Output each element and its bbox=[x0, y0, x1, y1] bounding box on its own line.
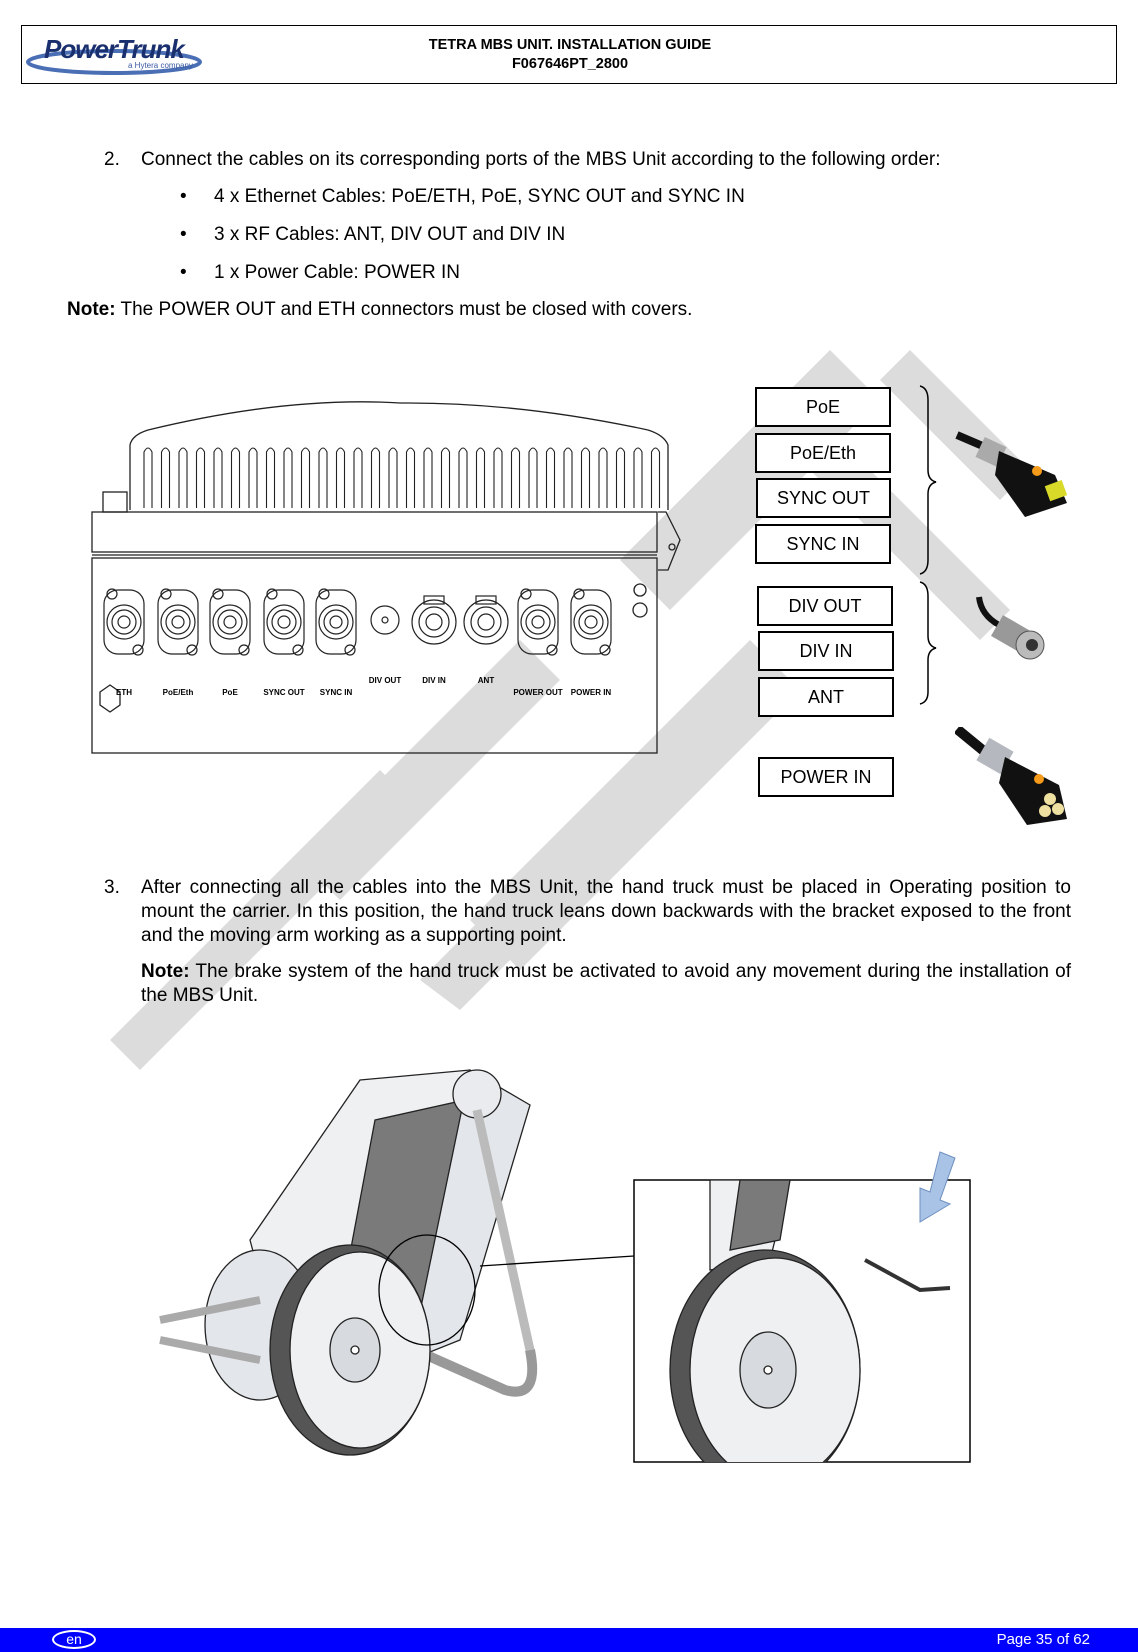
heatsink-fin bbox=[475, 447, 486, 508]
port-connector bbox=[517, 588, 559, 656]
heatsink-fin bbox=[213, 447, 223, 508]
guide-title: TETRA MBS UNIT. INSTALLATION GUIDE bbox=[428, 37, 712, 53]
label-div-out: DIV OUT bbox=[757, 586, 893, 626]
heatsink-fin bbox=[353, 447, 363, 508]
heatsink-fin bbox=[563, 447, 573, 508]
page-header: PowerTrunk a Hytera company TETRA MBS UN… bbox=[21, 25, 1117, 84]
note-label: Note: bbox=[141, 961, 190, 982]
heatsink-fin bbox=[528, 447, 538, 508]
bullet-icon: • bbox=[180, 262, 187, 283]
label-poe: PoE bbox=[755, 387, 891, 427]
hand-truck-figure bbox=[159, 1068, 971, 1463]
port-label: POWER IN bbox=[570, 688, 612, 697]
port-label: POWER OUT bbox=[513, 688, 563, 697]
label-poe-eth: PoE/Eth bbox=[755, 433, 891, 473]
heatsink-fin bbox=[493, 447, 503, 508]
label-div-in: DIV IN bbox=[758, 631, 894, 671]
language-badge: en bbox=[52, 1630, 96, 1649]
page-footer: en Page 35 of 62 bbox=[0, 1628, 1138, 1652]
heatsink-fin bbox=[195, 447, 206, 508]
step-2-text: Connect the cables on its corresponding … bbox=[141, 149, 941, 170]
heatsink-fin bbox=[423, 447, 433, 508]
port-connector bbox=[103, 588, 145, 656]
port-connector bbox=[463, 595, 509, 645]
heatsink-fin bbox=[230, 447, 241, 508]
port-label: SYNC IN bbox=[319, 688, 353, 697]
power-connector-image bbox=[955, 727, 1067, 825]
port-labels: ETH PoE/Eth PoE SYNC OUT SYNC IN DIV OUT DIV I… bbox=[88, 676, 698, 704]
heatsink-fin bbox=[143, 447, 153, 508]
step-2-number: 2. bbox=[104, 149, 120, 170]
step-3-note: Note: The brake system of the hand truck… bbox=[141, 960, 1071, 1008]
mbs-unit-drawing bbox=[91, 401, 681, 754]
document-title: TETRA MBS UNIT. INSTALLATION GUIDE F0676… bbox=[22, 36, 1118, 74]
step-2-note: Note: The POWER OUT and ETH connectors m… bbox=[67, 298, 692, 322]
label-ant: ANT bbox=[758, 677, 894, 717]
bullet-rf: 3 x RF Cables: ANT, DIV OUT and DIV IN bbox=[214, 224, 566, 245]
port-connector bbox=[570, 588, 612, 656]
port-connector bbox=[157, 588, 199, 656]
port-row bbox=[103, 588, 612, 656]
bullet-ethernet: 4 x Ethernet Cables: PoE/ETH, PoE, SYNC … bbox=[214, 186, 745, 207]
step-3-number: 3. bbox=[104, 877, 120, 898]
heatsink-fin bbox=[545, 447, 556, 508]
note-label: Note: bbox=[67, 299, 116, 320]
label-sync-out: SYNC OUT bbox=[756, 478, 891, 518]
heatsink-fin bbox=[300, 447, 311, 508]
heatsink-fin bbox=[650, 447, 661, 508]
document-code: F067646PT_2800 bbox=[511, 56, 629, 72]
port-connector bbox=[411, 595, 457, 645]
heatsink-fin bbox=[178, 447, 188, 508]
port-label: ETH bbox=[116, 688, 132, 697]
note-text: The POWER OUT and ETH connectors must be… bbox=[115, 299, 693, 320]
rf-connector-image bbox=[976, 596, 1045, 660]
ethernet-brace-icon bbox=[919, 385, 937, 575]
heatsink-fin bbox=[458, 447, 468, 508]
heatsink-fin bbox=[283, 447, 293, 508]
label-sync-in: SYNC IN bbox=[755, 524, 891, 564]
port-connector bbox=[315, 588, 357, 656]
heatsink-fins bbox=[143, 447, 661, 508]
heatsink-fin bbox=[598, 447, 608, 508]
bullet-icon: • bbox=[180, 186, 187, 207]
heatsink-fin bbox=[265, 447, 276, 508]
heatsink-fin bbox=[248, 447, 258, 508]
heatsink-fin bbox=[335, 447, 346, 508]
step-3-text: After connecting all the cables into the… bbox=[141, 877, 1071, 946]
port-label: SYNC OUT bbox=[263, 688, 305, 697]
bullet-power: 1 x Power Cable: POWER IN bbox=[214, 262, 461, 283]
port-connector bbox=[263, 588, 305, 656]
rf-brace-icon bbox=[919, 581, 937, 705]
grouping-braces bbox=[919, 385, 937, 705]
port-label: DIV IN bbox=[422, 676, 446, 685]
heatsink-fin bbox=[510, 447, 521, 508]
heatsink-fin bbox=[615, 447, 626, 508]
label-power-in: POWER IN bbox=[758, 757, 894, 797]
port-connector bbox=[209, 588, 251, 656]
page-number: Page 35 of 62 bbox=[996, 1631, 1090, 1648]
port-connector bbox=[370, 605, 400, 635]
heatsink-fin bbox=[633, 447, 643, 508]
heatsink-fin bbox=[160, 447, 171, 508]
heatsink-fin bbox=[580, 447, 591, 508]
heatsink-fin bbox=[370, 447, 381, 508]
heatsink-fin bbox=[440, 447, 451, 508]
heatsink-fin bbox=[405, 447, 416, 508]
port-label: PoE/Eth bbox=[162, 688, 194, 697]
note-text: The brake system of the hand truck must … bbox=[141, 961, 1071, 1006]
port-label: ANT bbox=[477, 676, 495, 685]
heatsink-fin bbox=[318, 447, 328, 508]
bullet-icon: • bbox=[180, 224, 187, 245]
ethernet-connector-image bbox=[955, 431, 1068, 517]
port-label: PoE bbox=[222, 688, 238, 697]
heatsink-fin bbox=[388, 447, 398, 508]
